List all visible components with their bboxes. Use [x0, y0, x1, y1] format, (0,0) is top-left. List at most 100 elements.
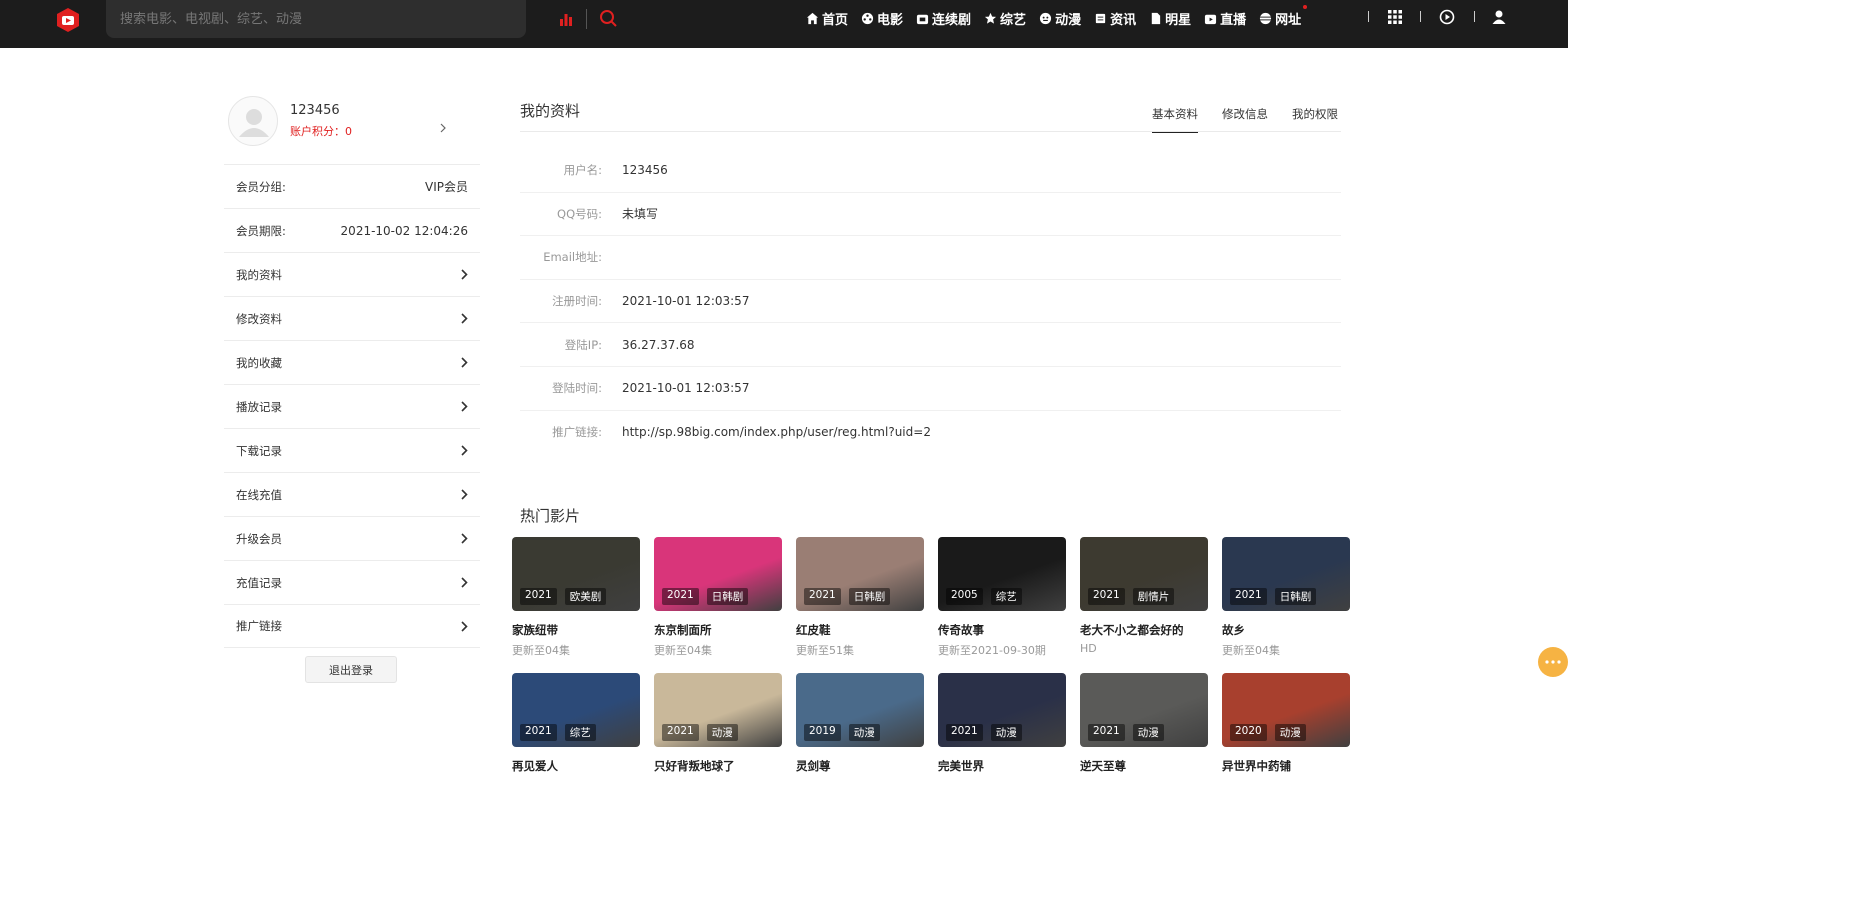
- play-history-icon[interactable]: [1439, 9, 1455, 25]
- film-card[interactable]: 2021 欧美剧 家族纽带 更新至04集: [512, 537, 640, 658]
- nav-label: 动漫: [1055, 12, 1082, 28]
- info-value: 2021-10-01 12:03:57: [622, 381, 750, 396]
- menu-play-history[interactable]: 播放记录: [224, 384, 480, 428]
- nav-item-variety[interactable]: 综艺: [984, 9, 1026, 28]
- avatar[interactable]: [228, 96, 278, 146]
- film-poster[interactable]: 2021 动漫: [1080, 673, 1208, 747]
- info-label: QQ号码:: [557, 206, 602, 221]
- film-card[interactable]: 2020 动漫异世界中药铺: [1222, 673, 1350, 778]
- search-icon[interactable]: [598, 8, 618, 28]
- menu-recharge[interactable]: 在线充值: [224, 472, 480, 516]
- film-tags: 2021 日韩剧: [662, 588, 749, 605]
- film-type: 欧美剧: [564, 588, 607, 605]
- film-card[interactable]: 2021 综艺再见爱人: [512, 673, 640, 778]
- film-tags: 2021 剧情片: [1088, 588, 1175, 605]
- nav-item-home[interactable]: 首页: [806, 9, 848, 28]
- user-icon[interactable]: [1491, 9, 1507, 25]
- film-title[interactable]: 完美世界: [938, 758, 1066, 774]
- info-row-email: Email地址:: [520, 236, 1341, 280]
- live-tv-icon: [1205, 14, 1217, 24]
- film-card[interactable]: 2019 动漫灵剑尊: [796, 673, 924, 778]
- profile-tabs: 基本资料 修改信息 我的权限: [1140, 96, 1350, 133]
- film-type: 动漫: [706, 724, 738, 741]
- film-card[interactable]: 2021 日韩剧 红皮鞋 更新至51集: [796, 537, 924, 658]
- info-value: 未填写: [622, 207, 659, 222]
- film-type: 动漫: [1274, 724, 1306, 741]
- film-title[interactable]: 异世界中药铺: [1222, 758, 1350, 774]
- nav-item-movie[interactable]: 电影: [861, 9, 903, 28]
- search-bar: [106, 0, 617, 38]
- nav-item-news[interactable]: 资讯: [1094, 9, 1136, 28]
- search-input[interactable]: [120, 9, 440, 29]
- film-title[interactable]: 红皮鞋: [796, 622, 924, 638]
- film-title[interactable]: 家族纽带: [512, 622, 640, 638]
- nav-label: 直播: [1220, 12, 1247, 28]
- info-row-qq: QQ号码: 未填写: [520, 193, 1341, 237]
- film-title[interactable]: 故乡: [1222, 622, 1350, 638]
- film-card[interactable]: 2021 日韩剧 东京制面所 更新至04集: [654, 537, 782, 658]
- info-value: 2021-10-01 12:03:57: [622, 294, 750, 309]
- film-tags: 2021 动漫: [662, 724, 738, 741]
- tab-my-permissions[interactable]: 我的权限: [1292, 96, 1338, 132]
- film-title[interactable]: 逆天至尊: [1080, 758, 1208, 774]
- chevron-right-icon: [461, 313, 468, 324]
- info-label: 用户名:: [563, 163, 602, 178]
- film-type: 日韩剧: [706, 588, 749, 605]
- film-title[interactable]: 再见爱人: [512, 758, 640, 774]
- tab-edit-info[interactable]: 修改信息: [1222, 96, 1268, 132]
- film-poster[interactable]: 2005 综艺: [938, 537, 1066, 611]
- menu-recharge-history[interactable]: 充值记录: [224, 560, 480, 604]
- menu-favorites[interactable]: 我的收藏: [224, 340, 480, 384]
- info-value: 123456: [622, 163, 668, 178]
- film-title[interactable]: 东京制面所: [654, 622, 782, 638]
- menu-referral-link[interactable]: 推广链接: [224, 604, 480, 648]
- film-title[interactable]: 传奇故事: [938, 622, 1066, 638]
- film-poster[interactable]: 2021 欧美剧: [512, 537, 640, 611]
- film-title[interactable]: 灵剑尊: [796, 758, 924, 774]
- film-poster[interactable]: 2021 动漫: [654, 673, 782, 747]
- film-poster[interactable]: 2021 日韩剧: [1222, 537, 1350, 611]
- film-poster[interactable]: 2021 动漫: [938, 673, 1066, 747]
- film-poster[interactable]: 2019 动漫: [796, 673, 924, 747]
- nav-item-sites[interactable]: 网址: [1259, 4, 1308, 28]
- film-poster[interactable]: 2021 日韩剧: [654, 537, 782, 611]
- chevron-right-icon[interactable]: [439, 123, 447, 133]
- film-poster[interactable]: 2021 综艺: [512, 673, 640, 747]
- user-card[interactable]: 123456 账户积分：0: [224, 96, 480, 164]
- chevron-right-icon: [461, 357, 468, 368]
- divider: [520, 131, 1341, 132]
- more-options-button[interactable]: [1538, 647, 1568, 677]
- menu-my-profile[interactable]: 我的资料: [224, 252, 480, 296]
- nav-label: 资讯: [1110, 12, 1137, 28]
- logout-button[interactable]: 退出登录: [305, 656, 397, 683]
- film-title[interactable]: 只好背叛地球了: [654, 758, 782, 774]
- film-card[interactable]: 2021 动漫逆天至尊: [1080, 673, 1208, 778]
- film-card[interactable]: 2021 剧情片 老大不小之都会好的 HD: [1080, 537, 1208, 655]
- film-card[interactable]: 2021 动漫只好背叛地球了: [654, 673, 782, 778]
- referral-link[interactable]: http://sp.98big.com/index.php/user/reg.h…: [622, 425, 931, 439]
- film-year: 2021: [662, 588, 699, 605]
- info-label: 登陆时间:: [552, 381, 602, 396]
- nav-item-live[interactable]: 直播: [1204, 9, 1246, 28]
- film-poster[interactable]: 2021 剧情片: [1080, 537, 1208, 611]
- film-poster[interactable]: 2021 日韩剧: [796, 537, 924, 611]
- chevron-right-icon: [461, 401, 468, 412]
- nav-item-series[interactable]: 连续剧: [916, 9, 971, 28]
- apps-grid-icon[interactable]: [1387, 9, 1403, 25]
- film-type: 动漫: [848, 724, 880, 741]
- tab-basic-info[interactable]: 基本资料: [1152, 96, 1198, 133]
- film-poster[interactable]: 2020 动漫: [1222, 673, 1350, 747]
- film-card[interactable]: 2005 综艺 传奇故事 更新至2021-09-30期: [938, 537, 1066, 658]
- nav-item-stars[interactable]: 明星: [1149, 9, 1191, 28]
- film-title[interactable]: 老大不小之都会好的: [1080, 622, 1208, 638]
- film-tags: 2021 动漫: [946, 724, 1022, 741]
- info-value: 36.27.37.68: [622, 337, 695, 352]
- hot-ranking-icon[interactable]: [558, 11, 574, 27]
- menu-edit-profile[interactable]: 修改资料: [224, 296, 480, 340]
- film-card[interactable]: 2021 日韩剧 故乡 更新至04集: [1222, 537, 1350, 658]
- film-card[interactable]: 2021 动漫完美世界: [938, 673, 1066, 778]
- nav-item-anime[interactable]: 动漫: [1039, 9, 1081, 28]
- site-logo-icon[interactable]: [55, 7, 81, 33]
- menu-downloads[interactable]: 下载记录: [224, 428, 480, 472]
- menu-upgrade[interactable]: 升级会员: [224, 516, 480, 560]
